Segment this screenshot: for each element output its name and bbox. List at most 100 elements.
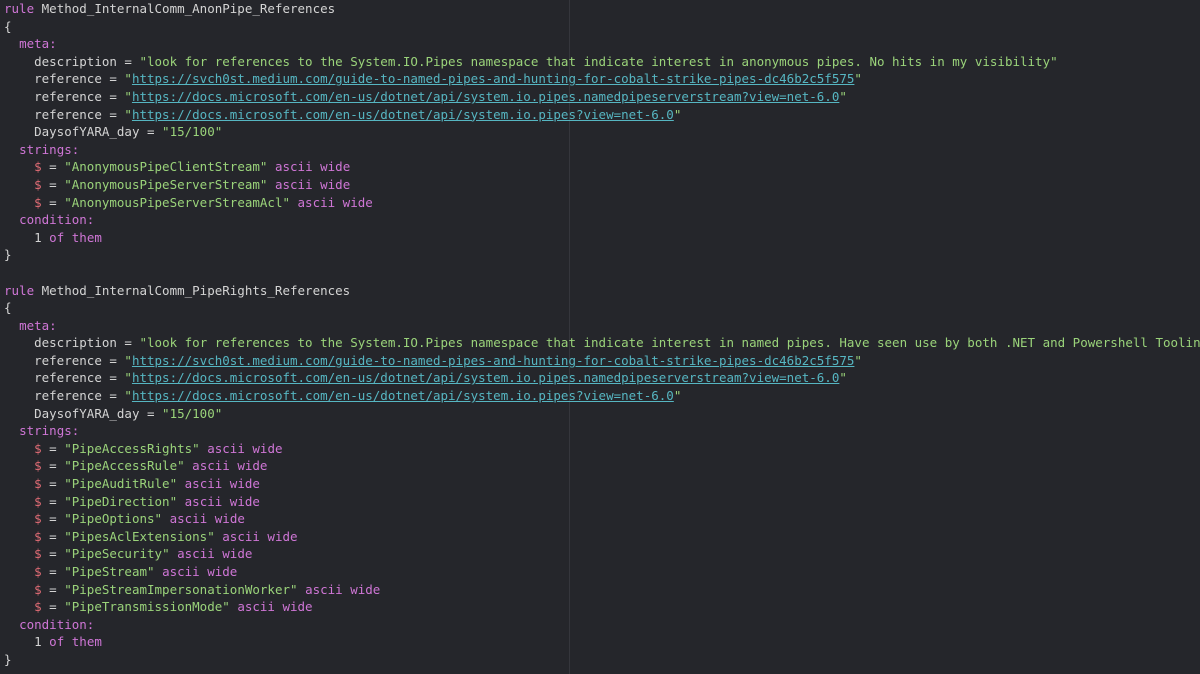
condition-section-line: condition: [4,211,1200,229]
quote-open: " [64,194,72,210]
meta-key: reference [34,88,102,104]
quote-close: " [839,88,847,104]
quote-open: " [162,124,170,140]
quote-close: " [673,106,682,122]
string-modifiers: ascii wide [162,564,238,579]
quote-close: " [207,528,215,544]
meta-entry: description = "look for references to th… [4,334,1200,352]
meta-key: description [34,53,117,69]
quote-open: " [124,71,132,87]
string-value: AnonymousPipeServerStreamAcl [71,194,283,210]
string-entry: $ = "PipesAclExtensions" ascii wide [34,528,298,544]
meta-entry: reference = "https://docs.microsoft.com/… [34,88,847,104]
meta-entry: reference = "https://docs.microsoft.com/… [34,106,682,122]
string-variable: $ [34,440,42,456]
meta-entry: reference = "https://svch0st.medium.com/… [34,71,862,87]
quote-open: " [64,176,72,192]
string-modifiers: ascii wide [169,511,245,527]
string-entry: $ = "PipeDirection" ascii wide [34,493,260,509]
reference-link[interactable]: https://docs.microsoft.com/en-us/dotnet/… [132,89,839,104]
rule-keyword: rule [4,1,35,16]
quote-open: " [64,440,72,456]
string-entry: $ = "PipeTransmissionMode" ascii wide [34,599,313,615]
reference-link[interactable]: https://svch0st.medium.com/guide-to-name… [132,71,854,86]
quote-open: " [64,564,72,579]
string-variable: $ [34,599,42,615]
condition-them: them [71,634,102,650]
code-area[interactable]: rule Method_InternalComm_AnonPipe_Refere… [4,0,1200,669]
quote-open: " [64,528,72,544]
string-variable: $ [34,176,42,192]
string-value: PipeAuditRule [71,476,170,492]
quote-open: " [64,159,72,175]
quote-open: " [64,581,72,597]
meta-value: look for references to the System.IO.Pip… [147,53,1051,69]
code-editor[interactable]: rule Method_InternalComm_AnonPipe_Refere… [0,0,1200,674]
quote-close: " [169,493,178,509]
string-value: PipeAccessRights [71,440,193,456]
string-entry: $ = "AnonymousPipeServerStream" ascii wi… [34,176,351,192]
reference-link[interactable]: https://docs.microsoft.com/en-us/dotnet/… [132,388,674,403]
string-modifiers: ascii wide [222,528,298,544]
meta-value: look for references to the System.IO.Pip… [147,335,1200,351]
close-brace: } [4,247,12,263]
quote-close: " [222,599,230,615]
string-modifiers: ascii wide [184,493,260,509]
quote-open: " [124,388,132,404]
strings-section-line: strings: [4,422,1200,440]
string-entry: $ = "PipeOptions" ascii wide [34,511,245,527]
string-entry: $ = "PipeAccessRule" ascii wide [34,458,268,474]
meta-key: reference [34,388,102,404]
close-brace: } [4,651,12,667]
condition-count: 1 [34,229,42,245]
string-variable: $ [34,194,42,210]
string-variable: $ [34,528,42,544]
reference-link[interactable]: https://docs.microsoft.com/en-us/dotnet/… [132,107,674,122]
quote-open: " [124,370,132,386]
string-modifiers: ascii wide [184,476,260,492]
string-value: PipeDirection [71,493,170,509]
string-modifiers: ascii wide [305,581,381,597]
open-brace-line: { [4,299,1200,317]
string-variable: $ [34,493,42,509]
quote-close: " [259,176,268,192]
quote-open: " [64,546,72,562]
quote-close: " [214,124,223,140]
rule-name: Method_InternalComm_PipeRights_Reference… [41,282,351,298]
quote-close: " [854,71,862,87]
quote-close: " [290,581,298,597]
condition-expression: 1 of them [4,633,1200,651]
meta-entry: DaysofYARA_day = "15/100" [34,405,223,421]
quote-close: " [169,476,178,492]
string-modifiers: ascii wide [207,440,283,456]
meta-key: DaysofYARA_day [34,124,140,140]
meta-section-line: meta: [4,317,1200,335]
string-modifiers: ascii wide [237,599,313,615]
condition-expression: 1 of them [4,229,1200,247]
string-modifiers: ascii wide [274,176,351,192]
string-modifiers: ascii wide [177,546,253,562]
quote-open: " [124,106,132,122]
open-brace-line: { [4,18,1200,36]
quote-open: " [64,476,72,492]
meta-entry: description = "look for references to th… [34,53,1058,69]
condition-them: them [71,229,102,245]
meta-entry: reference = "https://svch0st.medium.com/… [34,352,862,368]
quote-open: " [124,352,132,368]
reference-link[interactable]: https://docs.microsoft.com/en-us/dotnet/… [132,370,839,385]
string-variable: $ [34,476,42,492]
quote-close: " [1050,53,1058,69]
quote-close: " [673,388,682,404]
meta-entry: reference = "https://docs.microsoft.com/… [34,388,682,404]
string-value: PipesAclExtensions [71,528,208,544]
quote-open: " [139,53,148,69]
string-variable: $ [34,546,42,562]
quote-open: " [139,335,148,351]
quote-open: " [64,599,72,615]
quote-close: " [147,564,155,579]
open-brace: { [4,18,12,34]
reference-link[interactable]: https://svch0st.medium.com/guide-to-name… [132,353,854,368]
condition-label: condition: [19,616,95,632]
meta-label: meta: [19,317,57,333]
condition-of: of [49,229,65,245]
